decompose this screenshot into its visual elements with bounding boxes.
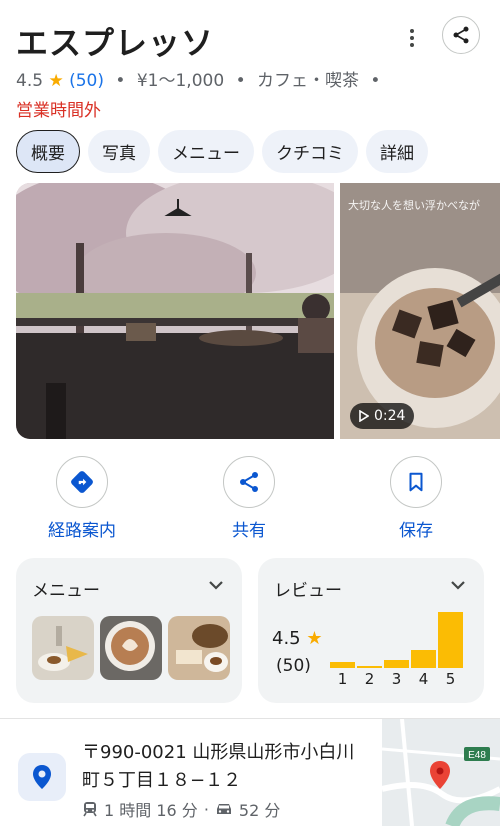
video-duration: 0:24 xyxy=(374,408,406,424)
rating-distribution-chart xyxy=(330,608,470,668)
tab-details[interactable]: 詳細 xyxy=(366,130,428,173)
location-pin-icon xyxy=(33,765,51,789)
review-rating-count: (50) xyxy=(276,656,311,676)
tab-menu[interactable]: メニュー xyxy=(158,130,254,173)
rating-bar-label: 4 xyxy=(418,670,429,688)
rating-bar-2 xyxy=(357,666,382,668)
review-count-link[interactable]: (50) xyxy=(69,71,104,91)
map-thumbnail[interactable]: E48 xyxy=(382,719,500,826)
share-circle[interactable] xyxy=(223,456,275,508)
share-button[interactable] xyxy=(442,16,480,54)
rating-bar-5 xyxy=(438,612,463,668)
menu-thumbnails xyxy=(32,616,230,680)
separator-dot: • xyxy=(115,71,126,91)
menu-card[interactable]: メニュー xyxy=(16,558,242,703)
tab-reviews[interactable]: クチコミ xyxy=(262,130,358,173)
menu-card-title: メニュー xyxy=(32,581,100,601)
separator-dot: • xyxy=(235,71,246,91)
separator-dot: • xyxy=(370,71,381,91)
cafe-terrace-photo[interactable] xyxy=(16,183,334,439)
chevron-down-icon[interactable] xyxy=(450,580,466,590)
rating-bar-label: 2 xyxy=(364,670,375,688)
share-label: 共有 xyxy=(232,521,266,541)
place-header: エスプレッソ xyxy=(16,14,484,64)
action-row: 経路案内 共有 保存 xyxy=(0,456,500,546)
save-button[interactable]: 保存 xyxy=(361,456,471,541)
save-label: 保存 xyxy=(399,521,433,541)
rating-bar-label: 5 xyxy=(445,670,456,688)
photo-carousel[interactable]: 大切な人を想い浮かべなが 0:24 xyxy=(16,183,500,439)
place-meta: 4.5 ★ (50) • ¥1～1,000 • カフェ・喫茶 • xyxy=(16,66,386,91)
rating-bar-4 xyxy=(411,650,436,668)
bookmark-icon xyxy=(409,472,423,492)
coffee-jelly-video[interactable]: 大切な人を想い浮かべなが 0:24 xyxy=(340,183,500,439)
star-icon: ★ xyxy=(306,628,323,649)
review-rating-value: 4.5 xyxy=(272,628,301,649)
share-action-button[interactable]: 共有 xyxy=(194,456,304,541)
save-circle[interactable] xyxy=(390,456,442,508)
directions-circle[interactable] xyxy=(56,456,108,508)
video-overlay-text: 大切な人を想い浮かべなが xyxy=(348,199,480,212)
rating-bar-1 xyxy=(330,662,355,668)
address-row[interactable]: 〒990-0021 山形県山形市小白川町５丁目１８−１２ 1 時間 16 分 ·… xyxy=(0,719,500,826)
rating-bar-3 xyxy=(384,660,409,668)
place-title: エスプレッソ xyxy=(16,24,215,62)
chevron-down-icon[interactable] xyxy=(208,580,224,590)
rating-value: 4.5 xyxy=(16,71,44,91)
separator-dot: · xyxy=(203,799,209,819)
rating-bar-label: 1 xyxy=(337,670,348,688)
menu-photo-cake[interactable] xyxy=(32,616,94,680)
star-icon: ★ xyxy=(48,71,64,91)
share-icon xyxy=(453,26,469,44)
transit-time: 1 時間 16 分 xyxy=(104,801,198,820)
menu-photo-dessert[interactable] xyxy=(168,616,230,680)
tab-overview[interactable]: 概要 xyxy=(16,130,80,173)
review-rating: 4.5 ★ xyxy=(272,628,323,649)
review-card[interactable]: レビュー 4.5 ★ (50) 12345 xyxy=(258,558,484,703)
travel-times: 1 時間 16 分 · 52 分 xyxy=(82,797,280,821)
train-icon xyxy=(83,802,97,817)
open-status: 営業時間外 xyxy=(16,101,101,121)
video-duration-badge: 0:24 xyxy=(350,403,415,429)
tab-photos[interactable]: 写真 xyxy=(88,130,150,173)
car-icon xyxy=(216,804,231,814)
tab-bar: 概要 写真 メニュー クチコミ 詳細 xyxy=(16,130,428,173)
directions-button[interactable]: 経路案内 xyxy=(27,456,137,541)
rating-bar-label: 3 xyxy=(391,670,402,688)
review-card-title: レビュー xyxy=(274,581,342,601)
price-range: ¥1～1,000 xyxy=(136,71,225,91)
location-pin-box xyxy=(18,753,66,801)
road-label: E48 xyxy=(468,750,486,761)
menu-photo-latte[interactable] xyxy=(100,616,162,680)
drive-time: 52 分 xyxy=(238,801,281,820)
address-text: 〒990-0021 山形県山形市小白川町５丁目１８−１２ xyxy=(82,742,355,791)
share-icon xyxy=(240,472,258,492)
directions-label: 経路案内 xyxy=(48,521,116,541)
category: カフェ・喫茶 xyxy=(257,71,360,91)
directions-icon xyxy=(71,471,93,493)
more-options-icon[interactable] xyxy=(400,26,424,50)
play-icon xyxy=(359,410,369,422)
